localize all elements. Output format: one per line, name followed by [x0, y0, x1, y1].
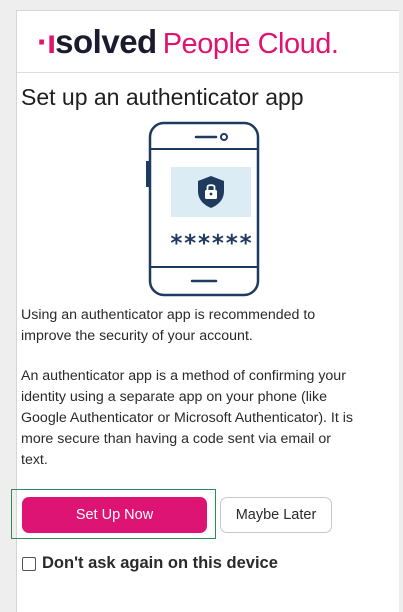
isolved-logo: ·ı solved People Cloud. [37, 22, 339, 61]
maybe-later-button[interactable]: Maybe Later [220, 497, 332, 533]
masked-code: ****** [169, 231, 252, 257]
phone-illustration: ****** [146, 121, 262, 304]
logo-mark: ·ı [37, 22, 56, 60]
logo-product-name: People Cloud. [162, 27, 339, 60]
page-title: Set up an authenticator app [21, 84, 304, 110]
phone-authenticator-icon: ****** [146, 121, 260, 297]
intro-paragraph: Using an authenticator app is recommende… [21, 307, 316, 344]
logo-text: solved [55, 22, 157, 60]
brand-header: ·ı solved People Cloud. [17, 11, 399, 73]
dont-ask-again-row[interactable]: Don't ask again on this device [22, 554, 278, 573]
explanation-paragraph: An authenticator app is a method of conf… [21, 368, 353, 468]
dont-ask-again-checkbox[interactable] [22, 556, 36, 571]
set-up-now-button[interactable]: Set Up Now [22, 497, 207, 533]
dont-ask-again-label[interactable]: Don't ask again on this device [42, 554, 278, 573]
